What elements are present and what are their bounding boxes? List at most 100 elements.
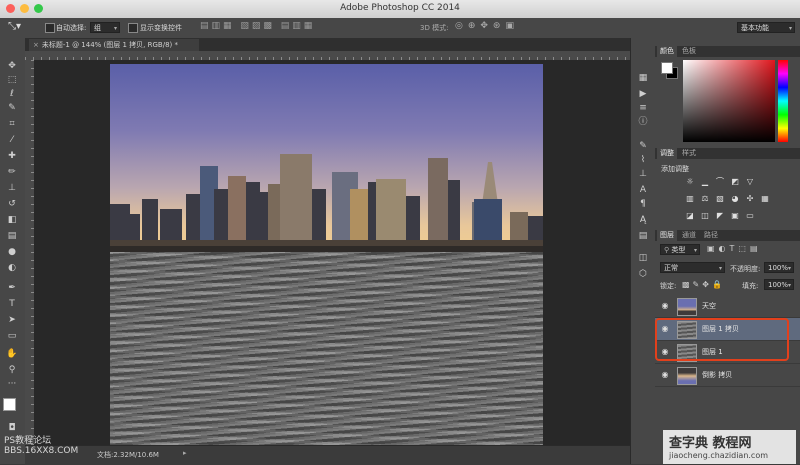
site-watermark: 查字典 教程网 jiaocheng.chazidian.com — [663, 430, 796, 464]
auto-select-value: 组 — [94, 24, 101, 32]
sky-image — [110, 64, 543, 256]
threshold-icon[interactable]: ◤ — [715, 211, 725, 221]
fill-value: 100% — [768, 281, 789, 289]
watermark-line: jiaocheng.chazidian.com — [669, 451, 769, 460]
color-lookup-icon[interactable]: ▦ — [760, 194, 770, 204]
blend-mode-dropdown[interactable]: 正常 ▾ — [660, 262, 725, 273]
foreground-color-swatch[interactable] — [3, 398, 16, 411]
brightness-icon[interactable]: ☼ — [685, 177, 695, 187]
gradient-map-icon[interactable]: ▭ — [745, 211, 755, 221]
shape-tool-icon[interactable]: ▭ — [6, 330, 18, 342]
crop-tool-icon[interactable]: ⌗ — [6, 118, 18, 130]
actions-icon[interactable]: ▶ — [637, 88, 649, 100]
posterize-icon[interactable]: ◫ — [700, 211, 710, 221]
character-icon[interactable]: A — [637, 184, 649, 196]
auto-select-dropdown[interactable]: 组 ▾ — [90, 22, 120, 33]
eyedropper-tool-icon[interactable]: ⁄ — [6, 134, 18, 146]
status-menu-arrow-icon[interactable]: ▸ — [183, 449, 187, 457]
auto-select-checkbox[interactable] — [45, 23, 55, 33]
color-balance-icon[interactable]: ⚖ — [700, 194, 710, 204]
stamp-tool-icon[interactable]: ⊥ — [6, 182, 18, 194]
workspace-dropdown[interactable]: 基本功能 ▾ — [737, 22, 795, 33]
properties-icon[interactable]: ≡ — [637, 102, 649, 114]
type-tool-icon[interactable]: T — [6, 298, 18, 310]
layer-filter-dropdown[interactable]: ⚲ 类型 ▾ — [660, 244, 700, 255]
tab-swatches[interactable]: 色板 — [679, 46, 699, 57]
blur-tool-icon[interactable]: ● — [6, 246, 18, 258]
tab-adjustments[interactable]: 调整 — [657, 148, 677, 159]
timeline-icon[interactable]: ◫ — [637, 252, 649, 264]
3d-mode-buttons[interactable]: ◎⊕✥⊛▣ — [455, 21, 519, 31]
info-icon[interactable]: ⓘ — [637, 116, 649, 128]
layer-row[interactable]: ◉ 天空 — [655, 295, 800, 318]
lock-buttons[interactable]: ▩✎✥🔒 — [682, 280, 725, 289]
glyphs-icon[interactable]: Ą — [637, 214, 649, 226]
opacity-value: 100% — [768, 264, 789, 272]
black-white-icon[interactable]: ▧ — [715, 194, 725, 204]
lasso-tool-icon[interactable]: ℓ — [6, 88, 18, 100]
layer-filter-value: 类型 — [671, 246, 686, 254]
move-tool-icon[interactable]: ⤡▾ — [8, 21, 21, 32]
color-picker-field[interactable] — [683, 60, 775, 142]
layer-thumbnail — [677, 367, 697, 385]
healing-brush-tool-icon[interactable]: ✚ — [6, 150, 18, 162]
layer-filter-buttons[interactable]: ▣◐T⬚▤ — [707, 244, 762, 253]
visibility-eye-icon[interactable]: ◉ — [660, 301, 670, 311]
fill-field[interactable]: 100% ▾ — [764, 279, 794, 290]
water-texture-layer — [110, 252, 543, 445]
window-title-bar: Adobe Photoshop CC 2014 — [0, 0, 800, 19]
move-tool-icon[interactable]: ✥ — [6, 60, 18, 72]
color-panel-tabs: 颜色 色板 — [655, 46, 800, 57]
path-select-tool-icon[interactable]: ➤ — [6, 314, 18, 326]
exposure-icon[interactable]: ◩ — [730, 177, 740, 187]
notes-icon[interactable]: ▤ — [637, 230, 649, 242]
layer-row[interactable]: ◉ 倒影 拷贝 — [655, 364, 800, 387]
quick-select-tool-icon[interactable]: ✎ — [6, 102, 18, 114]
quick-mask-icon[interactable]: ◘ — [6, 422, 18, 434]
hue-slider[interactable] — [778, 60, 788, 142]
brush-preset-icon[interactable]: ✎ — [637, 140, 649, 152]
close-tab-icon[interactable]: × — [33, 41, 39, 49]
tab-color[interactable]: 颜色 — [657, 46, 677, 57]
gradient-tool-icon[interactable]: ▤ — [6, 230, 18, 242]
3d-panel-icon[interactable]: ⬡ — [637, 268, 649, 280]
document-canvas[interactable] — [110, 64, 543, 445]
zoom-tool-icon[interactable]: ⚲ — [6, 364, 18, 376]
tab-paths[interactable]: 路径 — [701, 230, 721, 241]
dodge-tool-icon[interactable]: ◐ — [6, 262, 18, 274]
brush-tool-icon[interactable]: ✏ — [6, 166, 18, 178]
pen-tool-icon[interactable]: ✒ — [6, 282, 18, 294]
selective-color-icon[interactable]: ▣ — [730, 211, 740, 221]
document-tab-bar: × 未标题-1 @ 144% (图层 1 拷贝, RGB/8) * — [25, 38, 630, 51]
tab-layers[interactable]: 图层 — [657, 230, 677, 241]
color-foreground-swatch[interactable] — [661, 62, 673, 74]
photo-filter-icon[interactable]: ◕ — [730, 194, 740, 204]
hand-tool-icon[interactable]: ✋ — [6, 348, 18, 360]
history-brush-tool-icon[interactable]: ↺ — [6, 198, 18, 210]
layer-name: 倒影 拷贝 — [702, 371, 733, 379]
lock-label: 锁定: — [660, 282, 677, 290]
eraser-tool-icon[interactable]: ◧ — [6, 214, 18, 226]
visibility-eye-icon[interactable]: ◉ — [660, 370, 670, 380]
hue-saturation-icon[interactable]: ▥ — [685, 194, 695, 204]
document-tab[interactable]: × 未标题-1 @ 144% (图层 1 拷贝, RGB/8) * — [29, 39, 199, 51]
layer-thumbnail — [677, 298, 697, 316]
opacity-field[interactable]: 100% ▾ — [764, 262, 794, 273]
align-buttons[interactable]: ▤▥▦ ▧▨▩ ▤▥▦ — [200, 21, 315, 31]
levels-icon[interactable]: ▁ — [700, 177, 710, 187]
tab-channels[interactable]: 通道 — [679, 230, 699, 241]
brush-panel-icon[interactable]: ⌇ — [637, 154, 649, 166]
channel-mixer-icon[interactable]: ✣ — [745, 194, 755, 204]
history-icon[interactable]: ▦ — [637, 72, 649, 84]
marquee-tool-icon[interactable]: ⬚ — [6, 74, 18, 86]
more-tools-icon[interactable]: ··· — [6, 378, 18, 390]
show-transform-checkbox[interactable] — [128, 23, 138, 33]
invert-icon[interactable]: ◪ — [685, 211, 695, 221]
curves-icon[interactable]: ⌒ — [715, 177, 725, 187]
paragraph-icon[interactable]: ¶ — [637, 198, 649, 210]
clone-source-icon[interactable]: ⊥ — [637, 168, 649, 180]
vibrance-icon[interactable]: ▽ — [745, 177, 755, 187]
tab-styles[interactable]: 样式 — [679, 148, 699, 159]
tools-panel: ✥ ⬚ ℓ ✎ ⌗ ⁄ ✚ ✏ ⊥ ↺ ◧ ▤ ● ◐ ✒ T ➤ ▭ ✋ ⚲ … — [0, 38, 26, 464]
status-bar: 文档:2.32M/10.6M ▸ — [25, 445, 630, 465]
